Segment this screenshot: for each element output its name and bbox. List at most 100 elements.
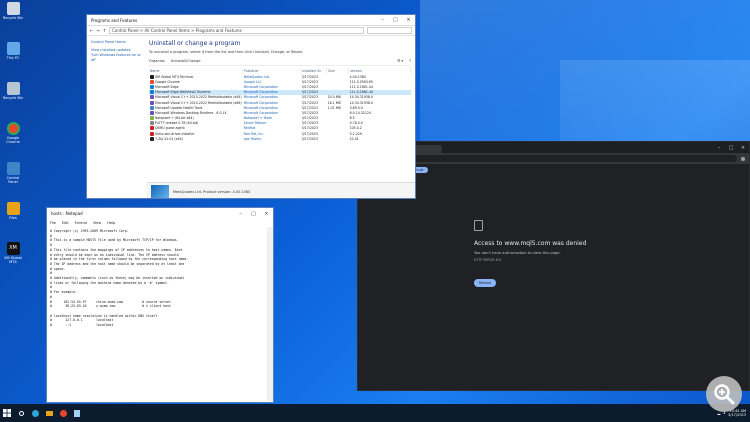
chrome-icon — [6, 122, 20, 135]
vertical-scrollbar[interactable] — [267, 227, 273, 401]
program-icon — [150, 95, 154, 100]
text-editor[interactable]: # Copyright (c) 1993-2009 Microsoft Corp… — [48, 227, 266, 401]
sidebar: Control Panel Home View installed update… — [87, 36, 145, 191]
notepad-taskbar-button[interactable] — [72, 408, 82, 418]
program-installed-on: 3/17/2023 — [301, 136, 318, 141]
menu-format[interactable]: Format — [75, 221, 87, 225]
edge-taskbar-button[interactable] — [30, 408, 40, 418]
maximize-icon[interactable]: □ — [247, 208, 260, 219]
taskbar: ▂ ◂ 10:45 AM 3/17/2023 — [0, 404, 750, 422]
desktop-icon-files[interactable]: Files — [2, 202, 24, 232]
minimize-icon[interactable]: – — [713, 145, 725, 151]
program-icon — [150, 136, 154, 141]
windows-logo-icon — [3, 409, 11, 417]
menu-help[interactable]: Help — [107, 221, 115, 225]
maximize-icon[interactable]: □ — [725, 145, 737, 151]
error-message: You don't have authorization to view thi… — [474, 251, 561, 255]
menu-file[interactable]: File — [50, 221, 56, 225]
default-browser-bar: Default browser Set as default — [358, 164, 749, 176]
error-page: Access to www.mql5.com was denied You do… — [474, 220, 714, 287]
clock-date: 3/17/2023 — [728, 413, 746, 417]
minimize-icon[interactable]: – — [234, 208, 247, 219]
program-size — [327, 136, 349, 141]
error-heading: Access to www.mql5.com was denied — [474, 240, 587, 247]
forward-icon[interactable]: → — [96, 28, 99, 33]
menu-icon[interactable] — [741, 156, 745, 161]
help-button[interactable]: ? — [409, 59, 411, 63]
program-name-text: Microsoft Edge WebView2 Runtime — [155, 90, 211, 95]
page-subtitle: To uninstall a program, select it from t… — [149, 50, 304, 54]
program-name-text: Virtio-win-driver-installer — [155, 131, 195, 136]
uninstall-button[interactable]: Uninstall/Change — [171, 59, 201, 63]
desktop-icon-recycle-bin-2[interactable]: Recycle Bin — [2, 82, 24, 112]
program-icon — [150, 74, 154, 79]
program-icon — [150, 84, 154, 89]
search-input[interactable] — [367, 27, 412, 34]
titlebar: Programs and Features – □ × — [87, 15, 415, 26]
folder-icon — [45, 410, 53, 416]
reload-button[interactable]: Reload — [474, 279, 496, 287]
broken-page-icon — [474, 220, 483, 231]
main-pane: Uninstall or change a program To uninsta… — [145, 36, 415, 191]
program-icon — [150, 126, 154, 131]
search-button[interactable] — [16, 408, 26, 418]
program-icon — [150, 116, 154, 121]
magnifier-button[interactable] — [706, 376, 742, 412]
address-path[interactable]: Control Panel > All Control Panel Items … — [109, 27, 364, 34]
minimize-icon[interactable]: – — [376, 15, 389, 25]
organize-button[interactable]: Organize — [149, 59, 165, 63]
program-version: 22.01 — [349, 136, 359, 141]
program-name-text: Microsoft Visual C++ 2015-2022 Redistrib… — [155, 100, 242, 105]
view-options-button[interactable]: ☰ ▾ — [397, 59, 403, 63]
desktop-icons: Recycle Bin This PC Recycle Bin Google C… — [2, 2, 24, 282]
close-icon[interactable]: × — [737, 145, 749, 151]
program-icon — [150, 90, 154, 95]
menu-view[interactable]: View — [93, 221, 101, 225]
program-icon — [150, 121, 154, 126]
sidebar-item-features[interactable]: Turn Windows features on or off — [91, 53, 141, 63]
program-icon — [150, 105, 154, 110]
table-row[interactable]: 7-Zip 22.01 (x64) Igor Pavlov 3/17/2023 22.… — [149, 136, 411, 141]
desktop-icon-chrome[interactable]: Google Chrome — [2, 122, 24, 152]
close-icon[interactable]: × — [260, 208, 273, 219]
maximize-icon[interactable]: □ — [389, 15, 402, 25]
chrome-taskbar-button[interactable] — [58, 408, 68, 418]
menu-edit[interactable]: Edit — [62, 221, 69, 225]
program-name: Microsoft Visual C++ 2015-2022 Redistrib… — [149, 100, 243, 105]
control-panel-icon — [6, 162, 20, 175]
command-bar: Organize Uninstall/Change ☰ ▾ ? — [149, 59, 411, 66]
chrome-icon — [59, 409, 67, 417]
program-name-text: XM Global MT4 Terminal — [155, 74, 194, 79]
program-publisher: Igor Pavlov — [243, 136, 262, 141]
desktop-icon-recycle-bin[interactable]: Recycle Bin — [2, 2, 24, 32]
window-title: Programs and Features — [91, 17, 138, 23]
notepad-icon — [74, 409, 80, 417]
recycle-bin-icon — [6, 82, 20, 95]
error-code: HTTP ERROR 403 — [474, 258, 502, 262]
desktop-icon-xm-mt4[interactable]: XM XM Global MT4 — [2, 242, 24, 272]
computer-icon — [6, 42, 20, 55]
desktop-icon-control-panel[interactable]: Control Panel — [2, 162, 24, 192]
program-name-text: Microsoft Windows Desktop Runtime - 6.0.… — [155, 110, 227, 115]
notepad-window: hosts - Notepad – □ × File Edit Format V… — [46, 207, 274, 403]
program-name-text: PuTTY release 0.78 (64-bit) — [155, 121, 199, 126]
explorer-taskbar-button[interactable] — [44, 408, 54, 418]
program-name-text: 7-Zip 22.01 (x64) — [155, 136, 183, 141]
edge-icon — [31, 409, 39, 417]
close-icon[interactable]: × — [402, 15, 415, 25]
search-icon — [18, 410, 24, 416]
back-icon[interactable]: ← — [90, 28, 93, 33]
programs-table: Name Publisher Installed On Size Version… — [149, 68, 411, 141]
program-icon — [150, 79, 154, 84]
folder-icon — [6, 202, 20, 215]
start-button[interactable] — [2, 408, 12, 418]
programs-features-window: Programs and Features – □ × ← → ↑ Contro… — [86, 14, 416, 199]
omnibox[interactable] — [386, 155, 737, 162]
program-icon — [150, 131, 154, 136]
program-name-text: Microsoft Visual C++ 2015-2022 Redistrib… — [155, 95, 242, 100]
desktop-icon-this-pc[interactable]: This PC — [2, 42, 24, 72]
program-name-text: Microsoft Edge — [155, 84, 179, 89]
details-pane: MetaQuotes Ltd. Product version: 4.00.13… — [147, 182, 415, 198]
up-icon[interactable]: ↑ — [103, 28, 106, 33]
program-name-text: Notepad++ (64-bit x64) — [155, 116, 194, 121]
